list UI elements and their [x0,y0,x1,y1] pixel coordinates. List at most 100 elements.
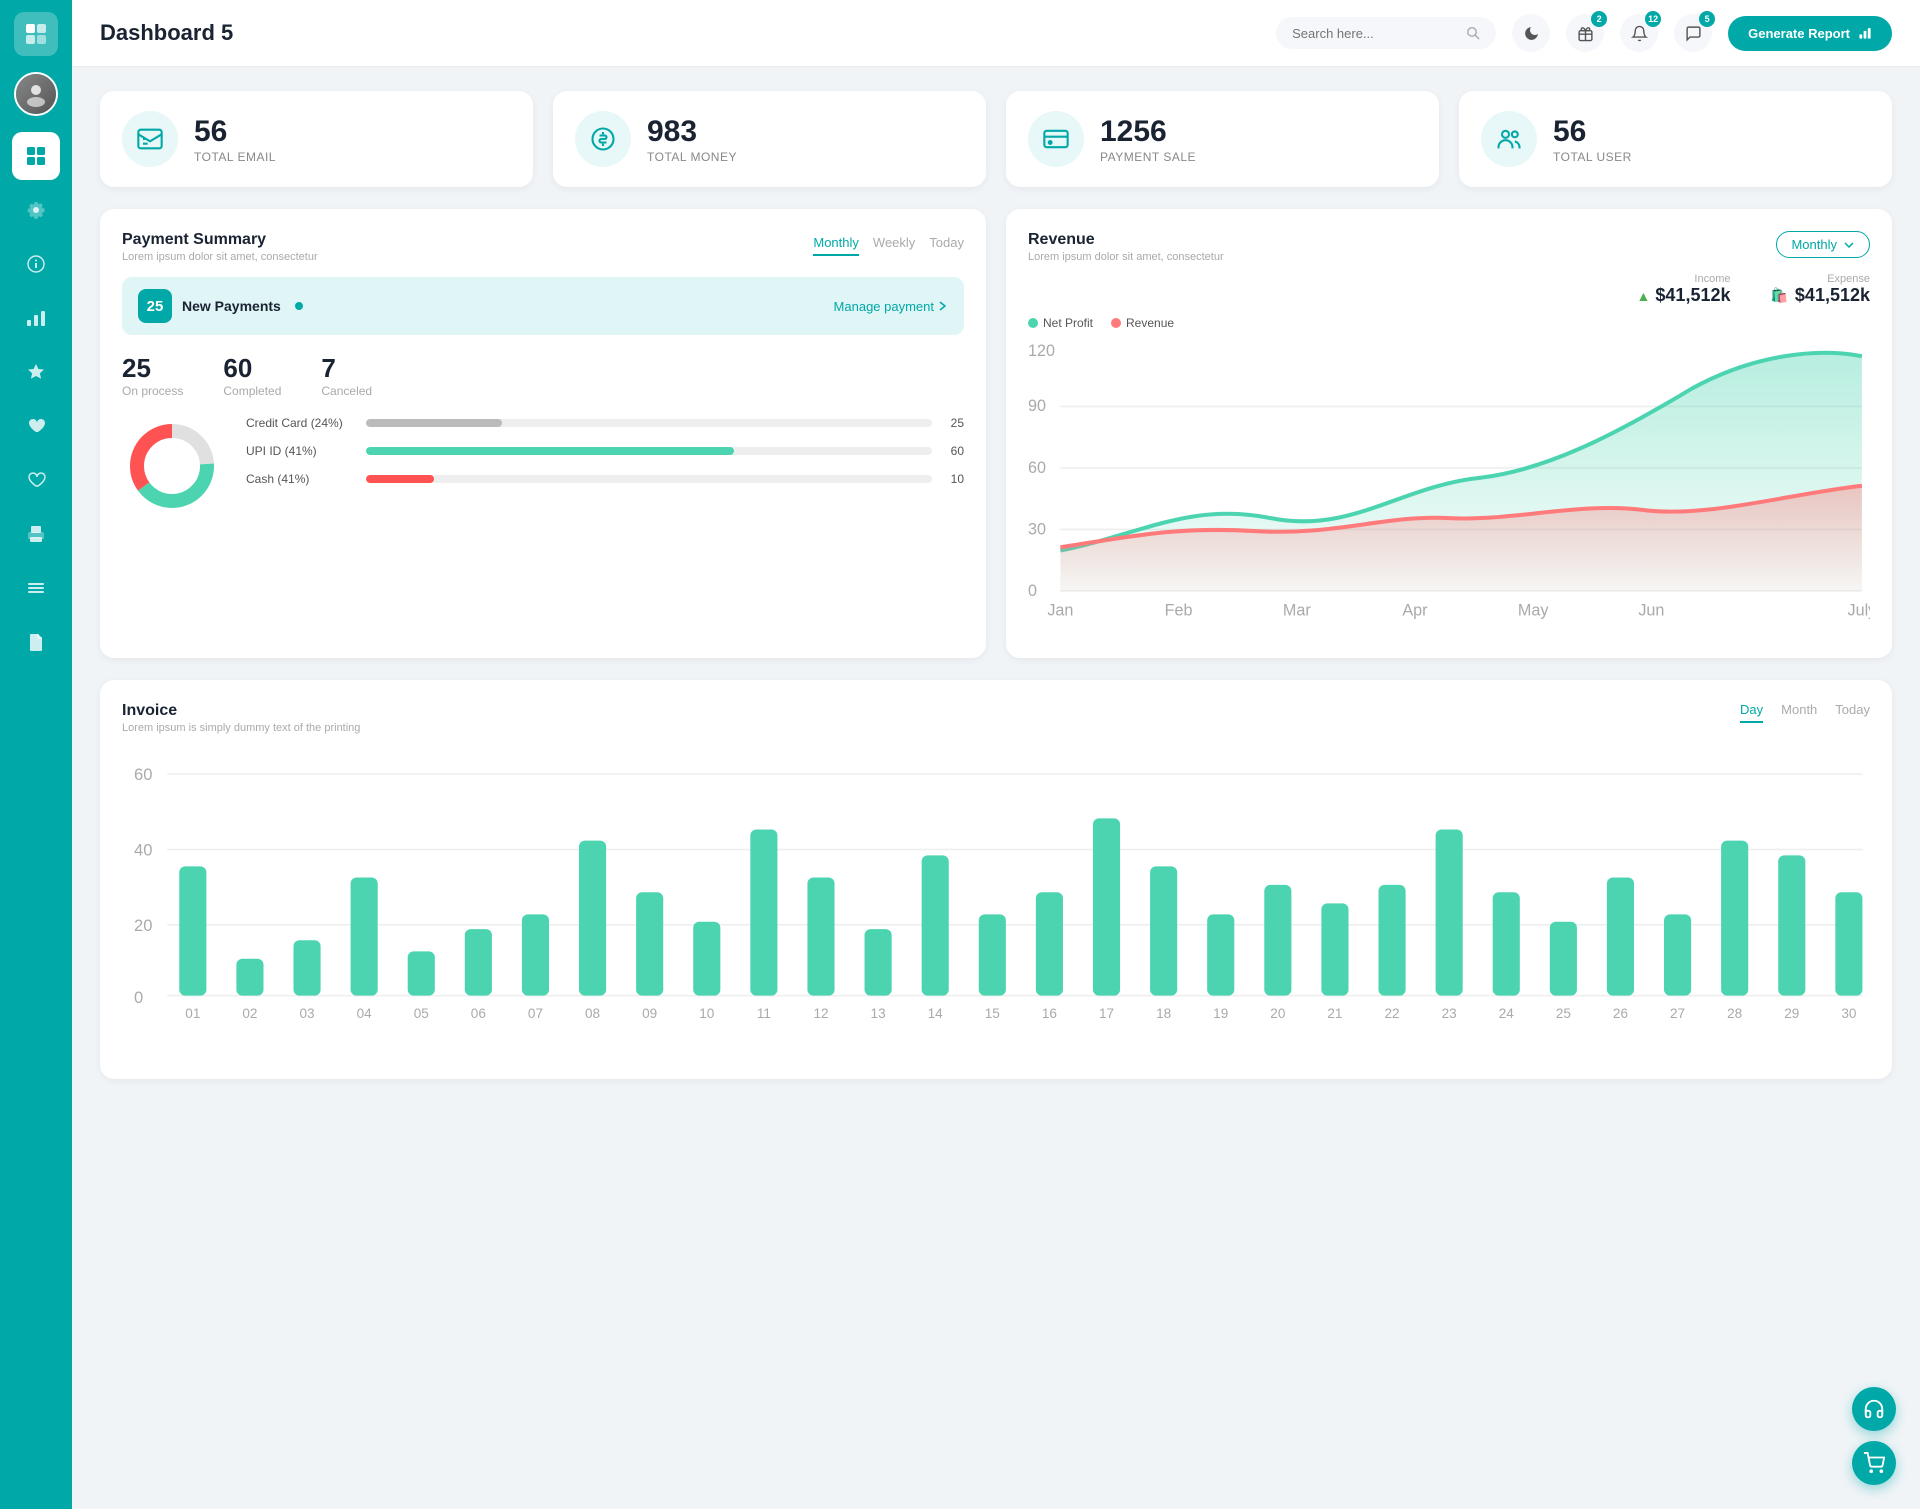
invoice-bar[interactable] [351,878,378,996]
stat-on-process: 25 On process [122,353,183,398]
svg-text:20: 20 [1270,1007,1285,1022]
header: Dashboard 5 2 12 [72,0,1920,67]
tab-monthly[interactable]: Monthly [813,231,859,256]
invoice-bar[interactable] [1150,867,1177,996]
theme-toggle-btn[interactable] [1512,14,1550,52]
invoice-bar[interactable] [1321,904,1348,996]
invoice-bar[interactable] [1036,893,1063,996]
progress-bar-cash [366,475,434,483]
progress-bar-cc [366,419,502,427]
generate-report-button[interactable]: Generate Report [1728,16,1892,51]
invoice-bar[interactable] [1436,830,1463,996]
invoice-bar[interactable] [1493,893,1520,996]
invoice-bar[interactable] [293,941,320,996]
tab-weekly[interactable]: Weekly [873,231,915,256]
invoice-bar[interactable] [522,915,549,996]
invoice-bar[interactable] [922,856,949,996]
invoice-bar[interactable] [579,841,606,996]
invoice-bar[interactable] [807,878,834,996]
tab-day[interactable]: Day [1740,702,1763,723]
manage-payment-link[interactable]: Manage payment [834,299,948,314]
sidebar-item-star[interactable] [12,348,60,396]
svg-text:18: 18 [1156,1007,1171,1022]
stat-number-money: 983 [647,115,737,148]
fab-headset[interactable] [1852,1387,1896,1431]
expense-value: 🛍️ $41,512k [1770,285,1870,306]
svg-text:120: 120 [1028,342,1055,360]
invoice-tabs: Day Month Today [1740,702,1870,723]
fab-wrap [1852,1387,1896,1485]
invoice-bar[interactable] [865,930,892,996]
invoice-bar[interactable] [1778,856,1805,996]
sidebar-item-info[interactable] [12,240,60,288]
sidebar-item-heart1[interactable] [12,402,60,450]
invoice-bar[interactable] [408,952,435,996]
svg-text:60: 60 [1028,459,1046,477]
sidebar-item-chart[interactable] [12,294,60,342]
income-value: ▲ $41,512k [1637,285,1731,306]
revenue-monthly-dropdown[interactable]: Monthly [1776,231,1870,258]
invoice-bar[interactable] [1835,893,1862,996]
svg-text:0: 0 [134,989,143,1008]
sidebar-item-settings[interactable] [12,186,60,234]
svg-text:Feb: Feb [1165,601,1193,619]
search-bar[interactable] [1276,17,1496,49]
svg-text:29: 29 [1784,1007,1799,1022]
payment-summary-title: Payment Summary [122,231,318,249]
tab-today-invoice[interactable]: Today [1835,702,1870,723]
invoice-bar[interactable] [750,830,777,996]
legend-dot-net-profit [1028,318,1038,328]
tab-today[interactable]: Today [929,231,964,256]
sidebar-logo[interactable] [14,12,58,56]
fab-cart[interactable] [1852,1441,1896,1485]
sidebar-item-docs[interactable] [12,618,60,666]
svg-text:03: 03 [300,1007,315,1022]
stat-completed: 60 Completed [223,353,281,398]
invoice-bar[interactable] [465,930,492,996]
chat-icon-btn[interactable]: 5 [1674,14,1712,52]
progress-val-cash: 10 [942,472,964,486]
invoice-bar[interactable] [1664,915,1691,996]
invoice-bar[interactable] [1550,922,1577,996]
progress-val-cc: 25 [942,416,964,430]
invoice-bar[interactable] [636,893,663,996]
avatar[interactable] [14,72,58,116]
svg-text:Apr: Apr [1402,601,1428,619]
stat-label-email: TOTAL EMAIL [194,150,276,164]
stat-icon-payment [1028,111,1084,167]
svg-text:10: 10 [699,1007,714,1022]
svg-text:Jan: Jan [1047,601,1073,619]
invoice-bar[interactable] [1264,885,1291,996]
invoice-bar[interactable] [1721,841,1748,996]
invoice-bar[interactable] [1207,915,1234,996]
tab-month[interactable]: Month [1781,702,1817,723]
invoice-panel: Invoice Lorem ipsum is simply dummy text… [100,680,1892,1078]
chat-badge: 5 [1699,11,1715,27]
svg-text:0: 0 [1028,582,1037,600]
sidebar-item-dashboard[interactable] [12,132,60,180]
svg-text:May: May [1518,601,1549,619]
bell-badge: 12 [1645,11,1661,27]
invoice-bar[interactable] [1607,878,1634,996]
svg-text:13: 13 [871,1007,886,1022]
revenue-subtitle: Lorem ipsum dolor sit amet, consectetur [1028,251,1224,263]
search-input[interactable] [1292,26,1458,41]
invoice-bar[interactable] [693,922,720,996]
invoice-bar[interactable] [236,959,263,996]
panels-row: Payment Summary Lorem ipsum dolor sit am… [100,209,1892,658]
invoice-bar[interactable] [1378,885,1405,996]
svg-text:July: July [1847,601,1870,619]
stat-card-money: 983 TOTAL MONEY [553,91,986,187]
svg-text:60: 60 [134,766,152,785]
invoice-bar[interactable] [1093,819,1120,996]
sidebar-item-list[interactable] [12,564,60,612]
expense-emoji-icon: 🛍️ [1770,287,1787,304]
sidebar-item-print[interactable] [12,510,60,558]
invoice-header: Invoice Lorem ipsum is simply dummy text… [122,702,1870,734]
bell-icon-btn[interactable]: 12 [1620,14,1658,52]
gift-icon-btn[interactable]: 2 [1566,14,1604,52]
invoice-bar[interactable] [179,867,206,996]
sidebar-item-heart2[interactable] [12,456,60,504]
income-item: Income ▲ $41,512k [1637,273,1731,306]
invoice-bar[interactable] [979,915,1006,996]
